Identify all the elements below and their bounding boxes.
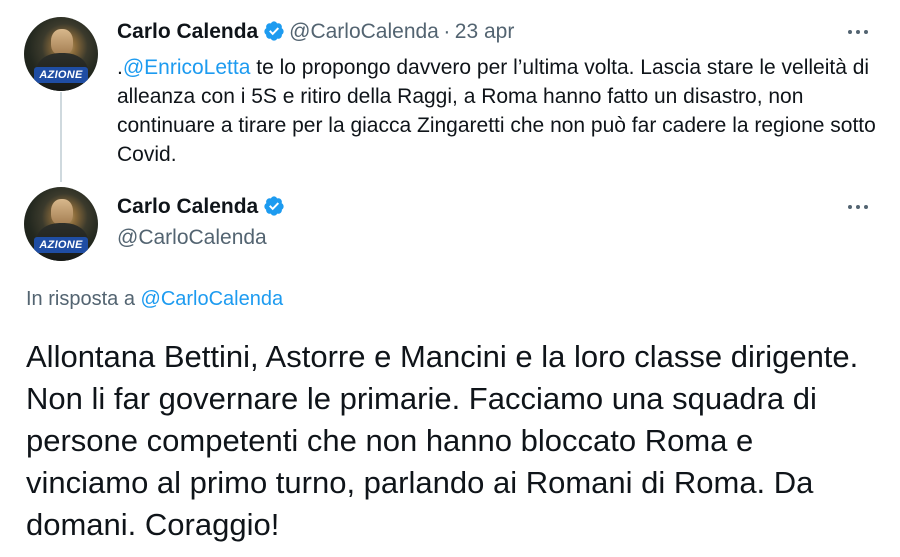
- avatar-face: [51, 199, 73, 225]
- author-name[interactable]: Carlo Calenda: [117, 20, 258, 43]
- avatar-logo-label: AZIONE: [34, 237, 88, 253]
- tweet-text: Allontana Bettini, Astorre e Mancini e l…: [26, 339, 859, 542]
- dot: [864, 205, 868, 209]
- tweet-header: Carlo Calenda @CarloCalenda · 23 apr: [117, 20, 514, 44]
- reply-prefix: In risposta a: [26, 288, 135, 310]
- separator-dot: ·: [443, 20, 451, 43]
- reply-context: In risposta a @CarloCalenda: [26, 288, 283, 311]
- reply-to-link[interactable]: @CarloCalenda: [141, 288, 284, 310]
- author-name[interactable]: Carlo Calenda: [117, 195, 258, 218]
- dot: [848, 30, 852, 34]
- avatar-logo-label: AZIONE: [34, 67, 88, 83]
- verified-badge-icon: [264, 196, 284, 216]
- dot: [856, 205, 860, 209]
- author-name-row: Carlo Calenda: [117, 195, 285, 219]
- author-handle[interactable]: @CarloCalenda: [117, 226, 267, 250]
- verified-badge-icon: [264, 21, 284, 41]
- author-handle[interactable]: @CarloCalenda: [289, 20, 439, 43]
- tweet-text: .@EnricoLetta te lo propongo davvero per…: [117, 53, 877, 169]
- avatar[interactable]: AZIONE: [24, 187, 98, 261]
- avatar[interactable]: AZIONE: [24, 17, 98, 91]
- dot: [856, 30, 860, 34]
- thread-connector-line: [60, 92, 62, 182]
- mention-link[interactable]: @EnricoLetta: [123, 56, 251, 79]
- dot: [864, 30, 868, 34]
- more-options-icon[interactable]: [843, 22, 873, 42]
- more-options-icon[interactable]: [843, 197, 873, 217]
- dot: [848, 205, 852, 209]
- tweet-date[interactable]: 23 apr: [455, 20, 515, 43]
- avatar-face: [51, 29, 73, 55]
